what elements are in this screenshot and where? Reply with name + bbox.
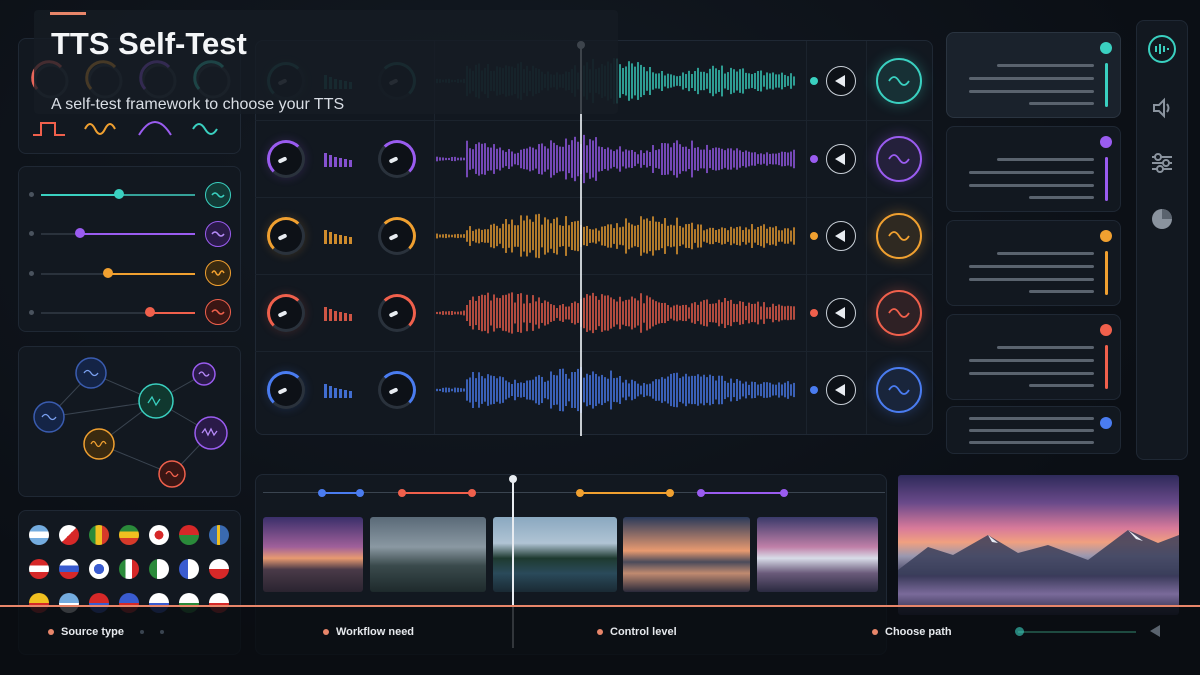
voice-card[interactable] <box>946 126 1121 212</box>
waveform-end-marker <box>810 386 818 394</box>
flag-icon[interactable] <box>179 559 199 579</box>
play-icon[interactable] <box>826 375 856 405</box>
scene-thumbnail[interactable] <box>370 517 486 592</box>
voice-badge-icon[interactable] <box>876 136 922 182</box>
back-icon[interactable] <box>1150 625 1160 637</box>
level-meter <box>324 230 352 244</box>
flag-icon[interactable] <box>179 525 199 545</box>
flag-icon[interactable] <box>59 559 79 579</box>
waveform[interactable] <box>435 206 805 266</box>
voice-card[interactable] <box>946 314 1121 400</box>
wave-icon[interactable] <box>205 299 231 325</box>
waveform-end-marker <box>810 155 818 163</box>
slider-handle[interactable] <box>103 268 113 278</box>
preview-image <box>898 475 1179 615</box>
play-icon[interactable] <box>826 221 856 251</box>
level-meter <box>324 307 352 321</box>
step-workflow-need[interactable]: Workflow need <box>323 626 414 638</box>
pitch-dial[interactable] <box>378 140 416 178</box>
step-label: Workflow need <box>336 626 415 638</box>
gain-dial[interactable] <box>267 140 305 178</box>
page-title: TTS Self-Test <box>51 26 247 61</box>
pitch-dial[interactable] <box>378 217 416 255</box>
flag-icon[interactable] <box>149 525 169 545</box>
gain-dial[interactable] <box>267 371 305 409</box>
voice-badge-icon[interactable] <box>876 290 922 336</box>
step-label: Choose path <box>885 626 952 638</box>
voice-badge-icon[interactable] <box>876 367 922 413</box>
flag-icon[interactable] <box>29 525 49 545</box>
gain-dial[interactable] <box>267 294 305 332</box>
voice-card[interactable] <box>946 32 1121 118</box>
icon-rail <box>1136 20 1188 460</box>
waveform[interactable] <box>435 360 805 420</box>
voice-card[interactable] <box>946 220 1121 306</box>
page-subtitle: A self-test framework to choose your TTS <box>51 96 345 113</box>
pitch-dial[interactable] <box>378 371 416 409</box>
play-icon[interactable] <box>826 66 856 96</box>
step-label: Control level <box>610 626 677 638</box>
flag-icon[interactable] <box>119 525 139 545</box>
step-source-type[interactable]: Source type <box>48 626 124 638</box>
audio-source-icon[interactable] <box>1150 96 1174 120</box>
parameter-sliders-panel <box>18 166 241 332</box>
step-label: Source type <box>61 626 124 638</box>
slider-handle[interactable] <box>114 189 124 199</box>
wave-icon[interactable] <box>205 260 231 286</box>
waveform-end-marker <box>810 232 818 240</box>
flag-icon[interactable] <box>59 525 79 545</box>
slider-handle[interactable] <box>145 307 155 317</box>
voice-badge-icon[interactable] <box>876 58 922 104</box>
scene-thumbnail[interactable] <box>623 517 750 592</box>
header: TTS Self-Test A self-test framework to c… <box>34 10 618 114</box>
play-icon[interactable] <box>826 298 856 328</box>
voice-badge-icon[interactable] <box>876 213 922 259</box>
pie-chart-icon[interactable] <box>1150 207 1174 231</box>
play-icon[interactable] <box>826 144 856 174</box>
bottom-step-nav: Source type Workflow need Control level … <box>0 605 1200 675</box>
scene-thumbnail[interactable] <box>263 517 363 592</box>
step-choose-path[interactable]: Choose path <box>872 626 952 638</box>
waveform-end-marker <box>810 309 818 317</box>
waveform[interactable] <box>435 129 805 189</box>
flag-icon[interactable] <box>149 559 169 579</box>
level-meter <box>324 153 352 167</box>
wave-icon[interactable] <box>205 182 231 208</box>
waveform-end-marker <box>810 77 818 85</box>
accent-bar <box>50 12 86 15</box>
gain-dial[interactable] <box>267 217 305 255</box>
flag-icon[interactable] <box>89 559 109 579</box>
voice-card[interactable] <box>946 406 1121 454</box>
slider-handle[interactable] <box>75 228 85 238</box>
flag-icon[interactable] <box>209 525 229 545</box>
flag-icon[interactable] <box>89 525 109 545</box>
flag-icon[interactable] <box>209 559 229 579</box>
flag-icon[interactable] <box>119 559 139 579</box>
scene-thumbnail[interactable] <box>757 517 878 592</box>
node-graph-panel <box>18 346 241 497</box>
level-meter <box>324 384 352 398</box>
pitch-dial[interactable] <box>378 294 416 332</box>
wave-icon[interactable] <box>205 221 231 247</box>
dashboard: TTS Self-Test A self-test framework to c… <box>0 0 1200 675</box>
step-control-level[interactable]: Control level <box>597 626 677 638</box>
flag-icon[interactable] <box>29 559 49 579</box>
waveform[interactable] <box>435 283 805 343</box>
sliders-icon[interactable] <box>1150 151 1174 175</box>
waveform-icon[interactable] <box>1148 35 1176 63</box>
